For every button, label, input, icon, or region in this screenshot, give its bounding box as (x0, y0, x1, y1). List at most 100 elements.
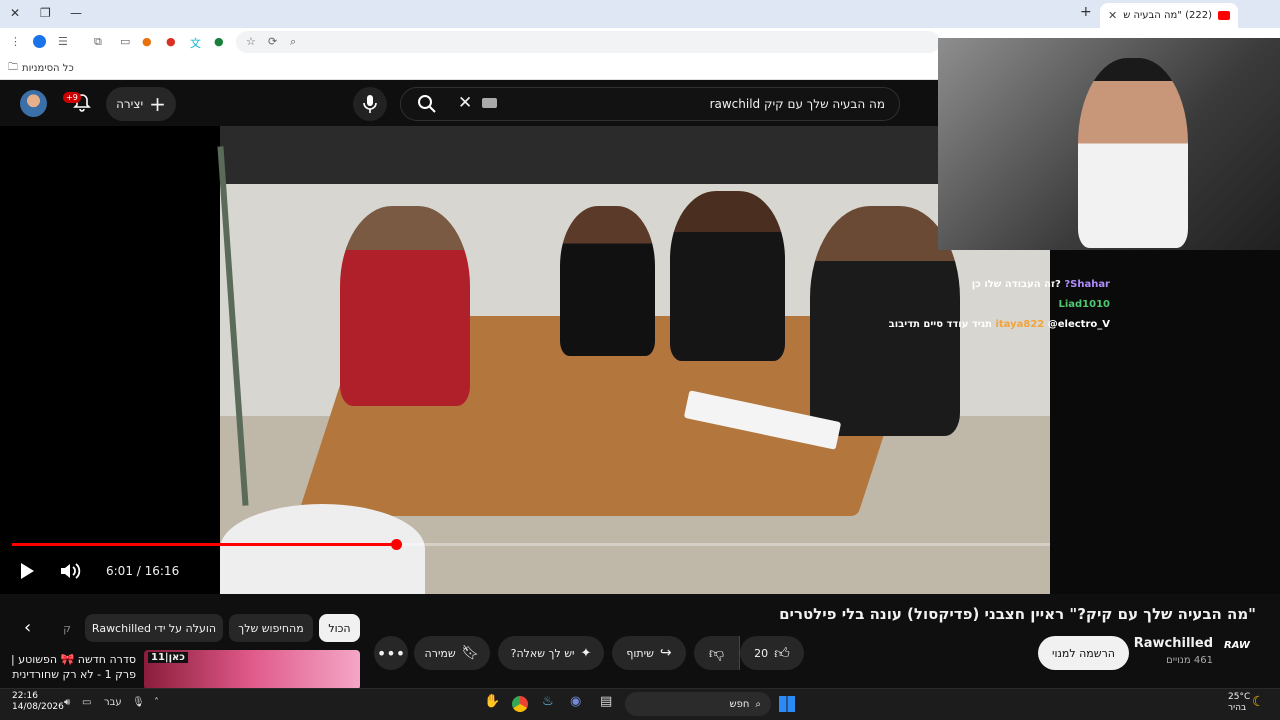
file-explorer-icon[interactable]: ▤ (600, 694, 612, 709)
voice-search-button[interactable] (353, 87, 387, 121)
minimize-window-icon[interactable]: — (70, 6, 82, 20)
person-woman (560, 206, 655, 356)
play-icon (21, 563, 34, 579)
clear-search-icon[interactable]: ✕ (458, 93, 472, 113)
chat-message-1: Shahar? ?זה העבודה שלו כן (972, 279, 1110, 290)
volume-icon (61, 563, 81, 579)
subscriber-count: 461 מנויים (1166, 655, 1213, 666)
channel-tag: כאן|11 (148, 652, 188, 663)
menu-dots-icon[interactable]: ⋮ (10, 35, 21, 48)
video-player[interactable] (0, 126, 1050, 594)
weather-desc: בהיר (1228, 703, 1247, 713)
mic-tray-icon[interactable]: 🎙︎ (132, 697, 145, 708)
search-icon: ⌕ (755, 698, 761, 710)
extensions-icon[interactable]: ⧉ (94, 35, 102, 49)
time-display: 6:01 / 16:16 (96, 557, 190, 585)
ask-label: יש לך שאלה? (510, 646, 575, 660)
chip-partial[interactable]: ק (55, 614, 79, 642)
translate-icon[interactable]: 文 (190, 35, 201, 51)
chat-username-2: Liad1010 (1058, 299, 1110, 310)
chip-all[interactable]: הכול (319, 614, 360, 642)
search-button[interactable] (410, 93, 444, 115)
cast-icon[interactable]: ▭ (120, 35, 130, 48)
person-red-shirt (340, 206, 470, 406)
browser-tab-active[interactable]: (222) "מה הבעיה שלך עם קיק?" ✕ (1100, 3, 1238, 28)
clock-time: 22:16 (12, 691, 38, 701)
search-icon (418, 95, 436, 113)
all-bookmarks-label: כל הסימניות (22, 63, 74, 74)
extension-green-icon[interactable]: ● (214, 35, 224, 48)
chip-uploaded-by[interactable]: הועלה על ידי Rawchilled (85, 614, 223, 642)
chip-from-search[interactable]: מהחיפוש שלך (229, 614, 313, 642)
tab-title: (222) "מה הבעיה שלך עם קיק?" (1123, 10, 1212, 21)
play-button[interactable] (16, 561, 38, 581)
progress-scrubber[interactable] (391, 539, 403, 550)
chat-message-3: itaya822 @electro_V תגיד עודד סיים תדיבו… (889, 319, 1110, 330)
more-actions-button[interactable]: ••• (374, 636, 408, 670)
zoom-icon[interactable]: ⌕ (290, 35, 296, 49)
new-tab-icon[interactable]: + (1080, 4, 1092, 20)
volume-button[interactable] (58, 560, 82, 582)
create-button[interactable]: + יצירה (106, 87, 176, 121)
like-button[interactable]: 👍︎ 20 (740, 636, 804, 670)
steam-taskbar-icon[interactable]: ♨ (542, 694, 554, 709)
language-indicator[interactable]: עבר (104, 697, 122, 708)
progress-fill (12, 543, 397, 546)
chat-message-2: Liad1010 (1058, 299, 1110, 310)
install-app-icon[interactable]: ⟳ (268, 35, 277, 48)
person-black-shirt (670, 191, 785, 361)
like-count: 20 (754, 646, 769, 660)
share-button[interactable]: ↪ שיתוף (612, 636, 686, 670)
reading-list-icon[interactable]: ☰ (58, 35, 68, 48)
notification-badge: +9 (63, 92, 81, 103)
taskbar-app-hand-icon[interactable]: ✋ (484, 694, 500, 709)
acoustic-panel (220, 126, 1050, 184)
recommendation-title[interactable]: סדרה חדשה 🎀 הפשוטע | פרק 1 - לא רק שחורד… (0, 652, 136, 682)
close-window-icon[interactable]: ✕ (10, 6, 20, 20)
weather-widget[interactable]: 25°C בהיר (1228, 692, 1250, 714)
microphone-icon (363, 95, 377, 113)
channel-logo[interactable]: RAW (1224, 640, 1254, 666)
folder-icon: 🗀 (8, 62, 18, 73)
chat-username-3: itaya822 (995, 319, 1045, 330)
tray-overflow-chevron-icon[interactable]: ˄ (154, 697, 159, 708)
close-tab-icon[interactable]: ✕ (1108, 9, 1117, 22)
video-title: "מה הבעיה שלך עם קיק?" ראיין חצבני (פדיק… (779, 605, 1256, 623)
plus-icon: + (149, 92, 166, 116)
bookmark-star-icon[interactable]: ☆ (246, 35, 256, 48)
avatar[interactable] (20, 90, 47, 117)
recommendation-thumbnail[interactable]: כאן|11 (144, 650, 360, 690)
omnibox[interactable] (236, 31, 940, 53)
chrome-taskbar-icon[interactable] (512, 696, 528, 712)
restore-window-icon[interactable]: ❐ (40, 6, 51, 20)
thumbs-up-icon: 👍︎ (774, 643, 790, 662)
search-input[interactable]: מה הבעיה שלך עם קיק rawchild (400, 87, 900, 121)
extension-red-icon[interactable]: ● (166, 35, 176, 48)
subscribe-button[interactable]: הרשמה למנוי (1038, 636, 1129, 670)
clock[interactable]: 22:16 14/08/2026 (12, 691, 64, 713)
more-dots-icon: ••• (376, 643, 406, 663)
channel-name[interactable]: Rawchilled (1134, 636, 1213, 651)
windows-start-icon[interactable] (779, 696, 795, 712)
discord-taskbar-icon[interactable]: ◉ (570, 694, 581, 709)
extension-orange-icon[interactable]: ● (142, 35, 152, 48)
chips-prev-chevron-icon[interactable]: ‹ (24, 617, 31, 638)
search-query: מה הבעיה שלך עם קיק rawchild (709, 97, 885, 111)
clock-date: 14/08/2026 (12, 702, 64, 712)
ask-button[interactable]: ✦ יש לך שאלה? (498, 636, 604, 670)
keyboard-icon[interactable] (482, 98, 497, 108)
save-button[interactable]: 🔖︎ שמירה (414, 636, 490, 670)
floor-lamp (217, 146, 249, 506)
chat-text-1: ?זה העבודה שלו כן (971, 279, 1061, 290)
profile-icon[interactable] (33, 35, 46, 48)
save-label: שמירה (424, 646, 456, 660)
all-bookmarks[interactable]: 🗀 כל הסימניות (8, 60, 74, 77)
youtube-favicon-icon (1218, 11, 1230, 20)
speaker-tray-icon[interactable]: 🔊︎ (64, 697, 70, 708)
taskbar-search[interactable]: חפש ⌕ (625, 692, 771, 716)
share-icon: ↪ (659, 645, 672, 661)
moon-weather-icon: ☾ (1252, 694, 1265, 710)
dislike-button[interactable]: 👎︎ (694, 636, 740, 670)
create-label: יצירה (116, 97, 144, 111)
network-tray-icon[interactable]: ▭ (82, 697, 91, 708)
